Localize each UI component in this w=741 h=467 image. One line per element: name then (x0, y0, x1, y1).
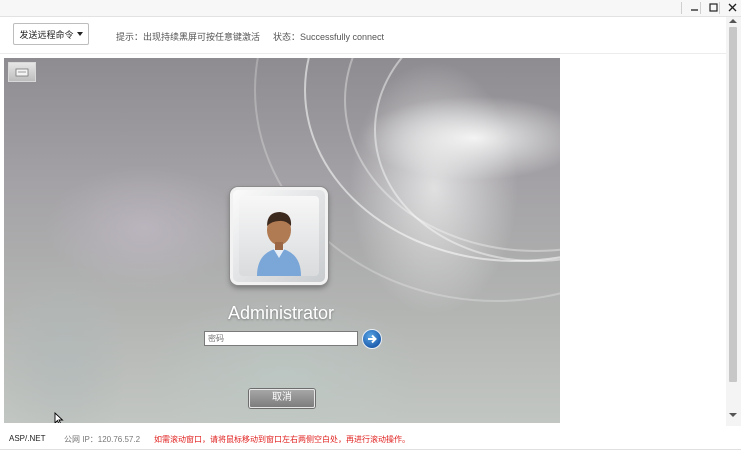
close-button[interactable] (722, 0, 741, 15)
user-icon (257, 212, 301, 276)
minimize-icon (690, 2, 699, 14)
maximize-button[interactable] (703, 0, 723, 15)
connection-status: 状态：Successfully connect (273, 32, 385, 42)
toolbar: 发送远程命令 提示：出现持续黑屏可按任意键激活 状态：Successfully … (0, 17, 726, 54)
mouse-cursor-icon (54, 411, 64, 423)
user-avatar (230, 187, 328, 285)
arrow-right-icon (368, 334, 377, 344)
vertical-scrollbar[interactable] (726, 17, 741, 426)
scroll-notice: 如需滚动窗口，请将鼠标移动到窗口左右两侧空白处，再进行滚动操作。 (154, 435, 410, 444)
send-remote-command-label: 发送远程命令 (19, 29, 74, 40)
framework-label: ASP/.NET (9, 434, 46, 443)
send-remote-command-button[interactable]: 发送远程命令 (13, 23, 89, 45)
username-label: Administrator (227, 303, 335, 323)
footer: ASP/.NET 公网 IP：120.76.57.2 如需滚动窗口，请将鼠标移动… (0, 431, 741, 449)
scroll-thumb[interactable] (729, 27, 737, 382)
window-titlebar (0, 0, 741, 17)
remote-desktop-viewport[interactable]: Administrator 取消 (4, 58, 560, 423)
titlebar-separator (681, 2, 682, 14)
footer-divider (0, 449, 741, 450)
titlebar-separator (700, 2, 701, 14)
close-icon (728, 2, 737, 14)
scroll-up-icon[interactable] (729, 19, 737, 23)
user-avatar-image (239, 196, 319, 276)
chevron-down-icon (76, 32, 83, 36)
titlebar-separator (719, 2, 720, 14)
cancel-button[interactable]: 取消 (249, 389, 315, 408)
maximize-icon (708, 2, 718, 14)
public-ip-label: 公网 IP：120.76.57.2 (64, 435, 141, 444)
submit-login-button[interactable] (362, 329, 382, 349)
scroll-down-icon[interactable] (729, 413, 737, 417)
hint-text: 提示：出现持续黑屏可按任意键激活 (116, 32, 261, 42)
minimize-button[interactable] (684, 0, 704, 15)
keyboard-icon[interactable] (8, 62, 36, 82)
password-field[interactable] (204, 331, 358, 346)
